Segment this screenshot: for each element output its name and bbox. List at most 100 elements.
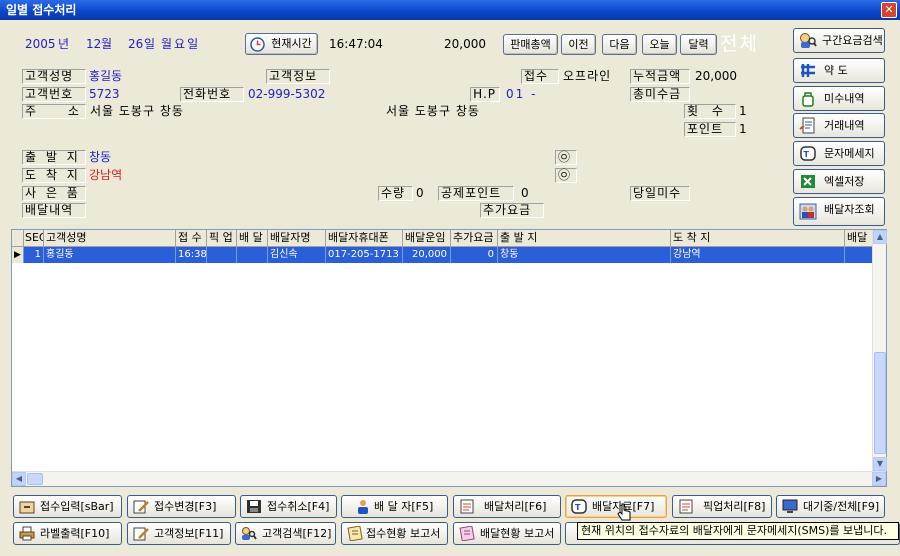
grid-header: SEQ 고객성명 접 수 픽 업 배 달 배달자명 배달자휴대폰 배달운임 추가…	[12, 230, 874, 247]
column-header[interactable]: 출 발 지	[498, 230, 671, 247]
phone-icon: T	[800, 146, 816, 161]
column-header[interactable]: 고객성명	[44, 230, 176, 247]
customer-info-label: 고객정보	[266, 69, 330, 84]
receipt-report-button[interactable]: 접수현황 보고서	[341, 522, 448, 545]
vertical-scroll-thumb[interactable]	[874, 352, 886, 454]
calendar-button[interactable]: 달력	[680, 34, 717, 55]
window-title-bar: 일별 접수처리 ✕	[0, 0, 900, 20]
column-header[interactable]: 픽 업	[207, 230, 237, 247]
map-button[interactable]: 약 도	[793, 58, 885, 83]
drawer-icon	[19, 501, 35, 514]
deduct-point-value[interactable]: 0	[521, 186, 529, 201]
row-indicator-header	[12, 230, 24, 247]
customer-search-button[interactable]: 고객검색[F12]	[235, 522, 336, 545]
next-button[interactable]: 다음	[602, 34, 637, 55]
scroll-left-icon[interactable]: ◀	[12, 472, 26, 486]
pickup-process-button[interactable]: 픽업처리[F8]	[672, 495, 772, 518]
delivery-data-button[interactable]: T 배달자료[F7]	[565, 495, 667, 518]
section-fee-search-button[interactable]: 구간요금검색	[793, 28, 885, 53]
waiting-all-toggle-button[interactable]: 대기중/전체[F9]	[776, 495, 885, 518]
origin-map-icon[interactable]: ㉧	[555, 150, 577, 165]
customer-name-value[interactable]: 홍길동	[89, 69, 122, 84]
customer-number-value[interactable]: 5723	[89, 87, 120, 102]
today-button[interactable]: 오늘	[642, 34, 677, 55]
column-header[interactable]: 도 착 지	[671, 230, 845, 247]
delivery-process-button[interactable]: 배달처리[F6]	[453, 495, 561, 518]
year-value[interactable]: 2005	[25, 37, 56, 52]
hp-label: H.P	[470, 87, 500, 102]
prev-button[interactable]: 이전	[561, 34, 596, 55]
scroll-down-icon[interactable]: ▼	[873, 457, 887, 471]
excel-save-button[interactable]: 엑셀저장	[793, 169, 885, 194]
svg-text:T: T	[804, 150, 810, 159]
receipt-edit-button[interactable]: 접수변경[F3]	[127, 495, 236, 518]
scroll-up-icon[interactable]: ▲	[873, 230, 887, 244]
unpaid-history-button[interactable]: 미수내역	[793, 86, 885, 111]
courier-lookup-button[interactable]: 배달자조회	[793, 197, 885, 226]
svg-text:T: T	[575, 503, 581, 512]
report-icon	[347, 526, 363, 541]
column-header[interactable]: 배달자명	[268, 230, 326, 247]
unpaid-label: 총미수금	[630, 87, 690, 102]
hp-value[interactable]: 01 -	[506, 87, 537, 102]
day-value[interactable]: 26	[128, 37, 143, 52]
column-header[interactable]: 접 수	[176, 230, 207, 247]
receipt-grid[interactable]: SEQ 고객성명 접 수 픽 업 배 달 배달자명 배달자휴대폰 배달운임 추가…	[11, 229, 887, 487]
transaction-history-button[interactable]: 거래내역	[793, 113, 885, 138]
origin-value[interactable]: 창동	[89, 150, 111, 165]
clock-display: 16:47:04	[329, 37, 383, 51]
customer-number-label: 고객번호	[22, 87, 86, 102]
cumulative-value: 20,000	[695, 69, 737, 83]
save-icon	[247, 500, 261, 513]
count-label: 횟 수	[684, 104, 736, 119]
list-icon	[460, 499, 474, 514]
horizontal-scrollbar[interactable]: ◀ ▶	[12, 471, 886, 486]
courier-button[interactable]: 배 달 자[F5]	[341, 495, 448, 518]
cumulative-label: 누적금액	[630, 69, 690, 84]
month-unit: 월	[101, 37, 113, 51]
month-value[interactable]: 12	[86, 37, 101, 52]
receipt-input-button[interactable]: 접수입력[sBar]	[13, 495, 122, 518]
receipt-value: 오프라인	[563, 69, 612, 83]
column-header[interactable]: 배 달	[237, 230, 268, 247]
delivery-report-button[interactable]: 배달현황 보고서	[453, 522, 561, 545]
deduct-point-label: 공제포인트	[438, 186, 514, 201]
address-value[interactable]: 서울 도봉구 창동	[90, 104, 184, 119]
dest-value[interactable]: 강남역	[89, 168, 122, 183]
extra-fee-label: 추가요금	[480, 203, 544, 218]
vertical-scrollbar[interactable]: ▲ ▼	[872, 230, 887, 471]
qty-label: 수량	[378, 186, 413, 201]
people-icon	[799, 203, 817, 220]
report-icon	[459, 526, 475, 541]
text-message-button[interactable]: T 문자메세지	[793, 141, 885, 166]
column-header[interactable]: 배달	[845, 230, 874, 247]
column-header[interactable]: SEQ	[24, 230, 44, 247]
address-label: 주 소	[22, 104, 86, 119]
hand-cursor-icon	[617, 503, 631, 521]
phone-value[interactable]: 02-999-5302	[248, 87, 325, 102]
current-time-button[interactable]: 현재시간	[245, 33, 318, 55]
excel-icon	[801, 175, 815, 188]
table-row[interactable]: ▶ 1 홍길동 16:38 김신속 017-205-1713 20,000 0 …	[12, 247, 874, 263]
edit-icon	[133, 527, 149, 541]
qty-value[interactable]: 0	[416, 186, 424, 201]
dest-map-icon[interactable]: ㉧	[555, 168, 577, 183]
sales-total-button[interactable]: 판매총액	[503, 34, 558, 55]
history-label: 배달내역	[22, 203, 86, 218]
scroll-right-icon[interactable]: ▶	[872, 472, 886, 486]
receipt-cancel-button[interactable]: 접수취소[F4]	[240, 495, 337, 518]
close-icon[interactable]: ✕	[881, 2, 897, 18]
customer-info-button[interactable]: 고객정보[F11]	[127, 522, 231, 545]
column-header[interactable]: 배달자휴대폰	[326, 230, 403, 247]
day-unpaid-label: 당일미수	[630, 186, 690, 201]
column-header[interactable]: 배달운임	[403, 230, 451, 247]
receipt-label: 접수	[521, 69, 559, 84]
day-unit: 일	[144, 37, 156, 51]
label-print-button[interactable]: 라벨출력[F10]	[13, 522, 122, 545]
point-value: 1	[739, 122, 747, 136]
map-icon	[801, 64, 815, 77]
customer-name-label: 고객성명	[22, 69, 86, 84]
phone-icon: T	[571, 499, 587, 514]
column-header[interactable]: 추가요금	[451, 230, 498, 247]
horizontal-scroll-thumb[interactable]	[27, 473, 43, 485]
